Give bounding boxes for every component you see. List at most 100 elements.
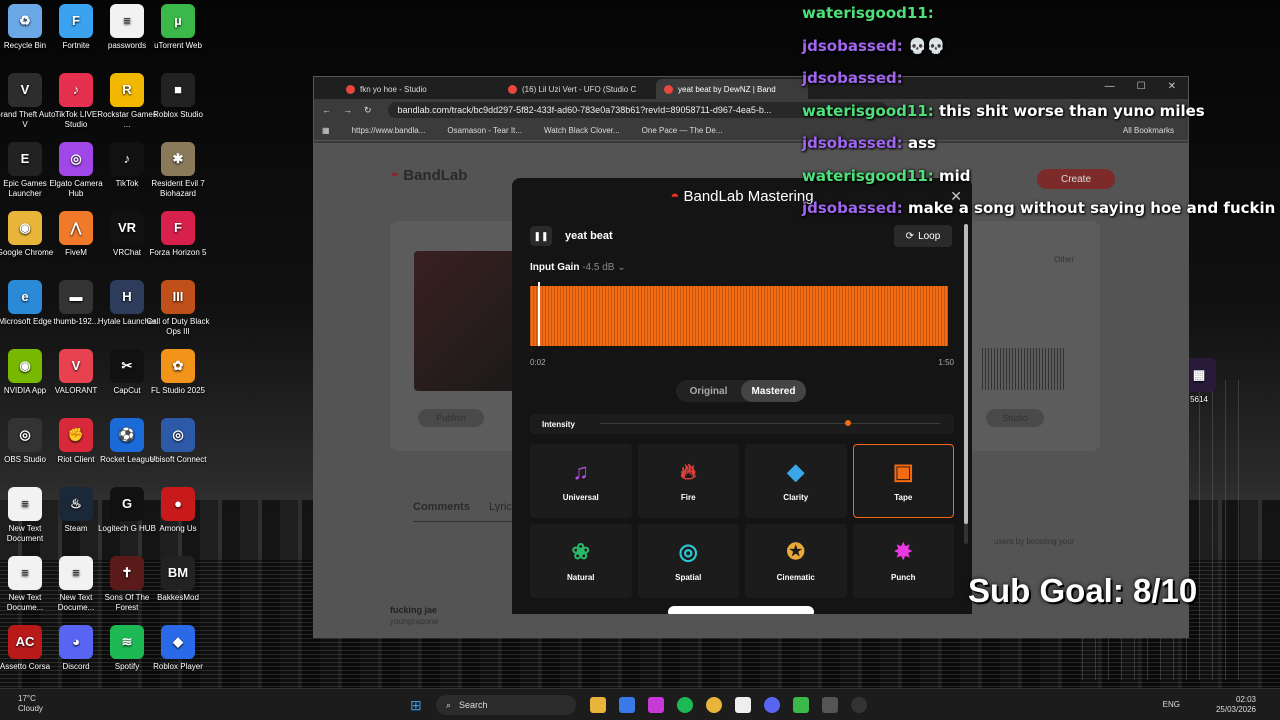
cassette-icon: ▣ <box>892 458 914 484</box>
pause-button[interactable]: ❚❚ <box>530 226 552 246</box>
chat-username: jdsobassed: <box>802 36 908 55</box>
utorrent-taskbar-icon[interactable] <box>793 697 809 713</box>
loop-button[interactable]: ⟳ Loop <box>894 225 952 247</box>
intensity-row: Intensity <box>530 414 954 434</box>
waveform[interactable] <box>530 280 954 352</box>
reload-icon[interactable]: ↻ <box>364 105 372 116</box>
tab-studio[interactable]: fkn yo hoe - Studio <box>338 79 498 99</box>
app-icon: V <box>8 73 42 107</box>
preset-clarity[interactable]: ◆ Clarity <box>745 444 847 518</box>
tab-youtube[interactable]: (16) Lil Uzi Vert - UFO (Studio C <box>500 79 652 99</box>
forward-icon[interactable]: → <box>343 105 352 115</box>
chat-username: waterisgood11: <box>802 101 939 120</box>
apps-icon[interactable]: ▦ <box>322 126 330 135</box>
discord-taskbar-icon[interactable] <box>764 697 780 713</box>
app-icon: AC <box>8 625 42 659</box>
desktop-icon[interactable]: ◆ Roblox Player <box>145 625 211 672</box>
mini-waveform <box>982 348 1066 390</box>
album-art[interactable] <box>414 251 524 391</box>
spiral-icon: ◎ <box>678 538 698 564</box>
back-icon[interactable]: ← <box>322 105 331 115</box>
obs-taskbar-icon[interactable] <box>851 697 867 713</box>
chat-message: waterisgood11: this shit worse than yuno… <box>802 102 1205 120</box>
desktop-icon[interactable]: ◎ Ubisoft Connect <box>145 418 211 465</box>
bookmark-item[interactable]: Watch Black Clover... <box>544 126 620 135</box>
comments-tab[interactable]: Comments <box>413 501 470 513</box>
desktop-icon[interactable]: III Call of Duty Black Ops III <box>145 280 211 337</box>
mastered-option[interactable]: Mastered <box>741 380 806 402</box>
app-icon: F <box>59 4 93 38</box>
app-icon: ◎ <box>8 418 42 452</box>
clock[interactable]: 02:03 25/03/2026 <box>1216 695 1256 715</box>
app-icon: ◉ <box>8 349 42 383</box>
intensity-knob[interactable] <box>844 420 851 426</box>
bandlab-flame-icon: ◓ <box>670 188 680 205</box>
desktop-icon[interactable]: ■ Roblox Studio <box>145 73 211 120</box>
app-icon: ≡ <box>8 487 42 521</box>
input-gain-dropdown[interactable]: Input Gain -4.5 dB ⌄ <box>530 262 626 273</box>
chrome-taskbar-icon[interactable] <box>706 697 722 713</box>
create-button[interactable]: Create <box>1037 169 1115 189</box>
instagram-icon[interactable] <box>648 697 664 713</box>
app-icon: ♪ <box>110 142 144 176</box>
preset-label: Cinematic <box>776 572 815 582</box>
studio-button[interactable]: Studio <box>986 409 1044 427</box>
app-icon: ◉ <box>8 211 42 245</box>
preset-spatial[interactable]: ◎ Spatial <box>637 524 739 598</box>
maximize-icon[interactable]: ☐ <box>1137 81 1146 92</box>
preset-natural[interactable]: ❀ Natural <box>530 524 632 598</box>
desktop-icon[interactable]: ● Among Us <box>145 487 211 534</box>
bandlab-logo[interactable]: ◓ BandLab <box>390 167 467 184</box>
bookmark-item[interactable]: One Pace — The De... <box>642 126 723 135</box>
windows-start-icon[interactable]: ⊞ <box>410 697 422 714</box>
app-icon: E <box>8 142 42 176</box>
desktop-icon[interactable]: ✱ Resident Evil 7 Biohazard <box>145 142 211 199</box>
modal-scrollbar[interactable] <box>964 224 968 544</box>
preset-cinematic[interactable]: ✪ Cinematic <box>745 524 847 598</box>
minimize-icon[interactable]: — <box>1105 81 1115 92</box>
player-song-title: fucking jae <box>390 605 438 615</box>
tab-bandlab[interactable]: yeat beat by DewNZ | Band <box>656 79 808 99</box>
desktop-icon-label: Roblox Player <box>153 662 203 671</box>
weather-widget[interactable]: 17°C Cloudy <box>18 694 43 714</box>
close-window-icon[interactable]: ✕ <box>1168 81 1176 92</box>
preset-universal[interactable]: ♫ Universal <box>530 444 632 518</box>
chat-username: jdsobassed: <box>802 69 903 87</box>
desktop-icon[interactable]: BM BakkesMod <box>145 556 211 603</box>
preset-label: Clarity <box>783 492 809 502</box>
bookmark-item[interactable]: Osamason - Tear It... <box>447 126 522 135</box>
chat-username: waterisgood11: <box>802 166 939 185</box>
desktop-icon-label: Roblox Studio <box>153 110 203 119</box>
file-explorer-icon[interactable] <box>590 697 606 713</box>
desktop-icon[interactable]: F Forza Horizon 5 <box>145 211 211 258</box>
original-option[interactable]: Original <box>676 380 741 402</box>
desktop-icon[interactable]: ✿ FL Studio 2025 <box>145 349 211 396</box>
preset-fire[interactable]: 🔥︎ Fire <box>637 444 739 518</box>
spotify-taskbar-icon[interactable] <box>677 697 693 713</box>
bookmark-item[interactable]: https://www.bandla... <box>352 126 426 135</box>
sub-goal: Sub Goal: 8/10 <box>968 572 1198 609</box>
app-icon: ✂ <box>110 349 144 383</box>
app-icon: V <box>59 349 93 383</box>
tool-taskbar-icon[interactable] <box>822 697 838 713</box>
lyrics-tab[interactable]: Lyric <box>489 501 512 513</box>
intensity-label: Intensity <box>542 419 575 429</box>
store-icon[interactable] <box>619 697 635 713</box>
language-indicator[interactable]: ENG <box>1163 700 1180 709</box>
app-icon: ≡ <box>110 4 144 38</box>
app-taskbar-icon[interactable] <box>735 697 751 713</box>
apply-button[interactable] <box>668 606 814 614</box>
desktop-icon[interactable]: µ uTorrent Web <box>145 4 211 51</box>
all-bookmarks[interactable]: All Bookmarks <box>1123 126 1174 135</box>
taskbar: 17°C Cloudy ⊞ ⌕ Search ENG 02:03 25/03/2026 <box>0 688 1280 720</box>
desktop-icon-label: FL Studio 2025 <box>151 386 205 395</box>
playhead[interactable] <box>538 282 540 346</box>
preset-punch[interactable]: ✸ Punch <box>852 524 954 598</box>
intensity-slider[interactable] <box>600 420 940 426</box>
taskbar-search[interactable]: ⌕ Search <box>436 695 576 715</box>
preset-tape[interactable]: ▣ Tape <box>852 444 954 518</box>
publish-button[interactable]: Publish <box>418 409 484 427</box>
app-icon: BM <box>161 556 195 590</box>
app-icon: H <box>110 280 144 314</box>
chat-text: 💀💀 <box>907 36 946 55</box>
